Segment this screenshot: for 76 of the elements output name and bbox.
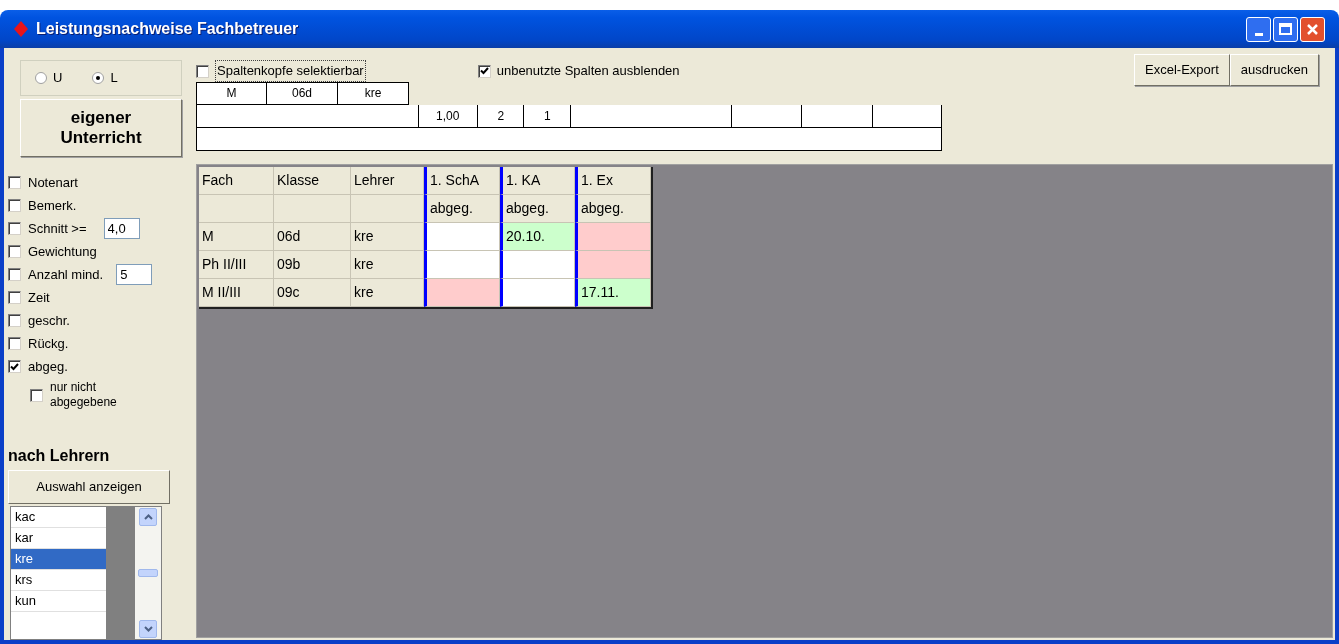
option-label: nur nicht abgegebene [50,380,118,410]
checkbox-label: Spaltenkopfe selektierbar [215,60,366,82]
option-label: geschr. [28,311,70,330]
grid-cell: M [196,82,267,105]
table-cell: 09b [274,251,351,279]
option-label: abgeg. [28,357,68,376]
column-header: 1. SchA [424,167,500,195]
table-cell: 06d [274,223,351,251]
column-subheader: abgeg. [500,195,575,223]
column-subheader: abgeg. [424,195,500,223]
list-item[interactable]: kre [11,549,106,570]
minimize-button[interactable] [1246,16,1271,42]
scroll-thumb[interactable] [138,569,158,577]
export-button[interactable]: Excel-Export [1134,54,1230,86]
option-label: Anzahl mind. [28,265,104,284]
checkbox[interactable] [8,245,21,258]
minimize-icon [1254,32,1263,36]
option-label: Rückg. [28,334,69,353]
column-header: 1. Ex [575,167,651,195]
own-lessons-button[interactable]: eigener Unterricht [20,99,182,157]
radio-label: U [53,69,63,88]
option-label: Gewichtung [28,242,97,261]
radio-button[interactable] [35,72,47,84]
checkbox[interactable] [8,360,21,373]
column-header: 1. KA [500,167,575,195]
column-subheader: abgeg. [575,195,651,223]
checkbox[interactable] [8,314,21,327]
checkbox[interactable] [8,222,21,235]
maximize-button[interactable] [1273,16,1298,42]
value-field[interactable]: 5 [116,264,153,285]
grid-cell: kre [338,82,409,105]
table-cell: kre [351,251,424,279]
checkbox[interactable] [477,64,491,78]
close-button[interactable] [1300,16,1325,42]
diamond-icon [14,21,28,37]
grid-cell: 2 [477,105,525,127]
value-field[interactable]: 4,0 [103,218,140,239]
table-cell: 09c [274,279,351,307]
table-cell: 20.10. [500,223,575,251]
option-label: Schnitt >= [28,219,87,238]
option-label: Notenart [28,173,78,192]
checkbox-label: unbenutzte Spalten ausblenden [496,62,680,81]
show-selection-button[interactable]: Auswahl anzeigen [8,470,170,504]
table-cell: kre [351,279,424,307]
checkbox[interactable] [8,268,21,281]
grid-cell: 06d [267,82,338,105]
checkbox[interactable] [8,176,21,189]
grid-cell: 1,00 [418,105,478,127]
radio-button[interactable] [92,72,105,84]
checkbox[interactable] [8,291,21,304]
close-icon [1306,22,1319,36]
scrollbar[interactable] [135,507,161,639]
table-cell: M [199,223,274,251]
scroll-up-icon[interactable] [139,508,157,526]
column-header: Fach [199,167,274,195]
table-cell: M II/III [199,279,274,307]
radio-label: L [110,69,118,88]
checkbox[interactable] [196,64,209,78]
scroll-down-icon[interactable] [139,620,157,638]
section-title: nach Lehrern [8,446,111,466]
checkbox[interactable] [8,337,21,350]
checkmark-icon [479,67,489,75]
checkmark-icon [10,362,19,371]
table-cell: 17.11. [575,279,651,307]
column-header: Klasse [274,167,351,195]
checkbox[interactable] [30,388,43,402]
option-label: Bemerk. [28,196,77,215]
print-button[interactable]: ausdrucken [1229,54,1319,86]
option-label: Zeit [28,288,50,307]
grid-cell: 1 [524,105,571,127]
table-cell: Ph II/III [199,251,274,279]
window-title: Leistungsnachweise Fachbetreuer [36,19,299,39]
table-cell: kre [351,223,424,251]
maximize-icon [1279,23,1292,35]
column-header: Lehrer [351,167,424,195]
checkbox[interactable] [8,199,21,212]
